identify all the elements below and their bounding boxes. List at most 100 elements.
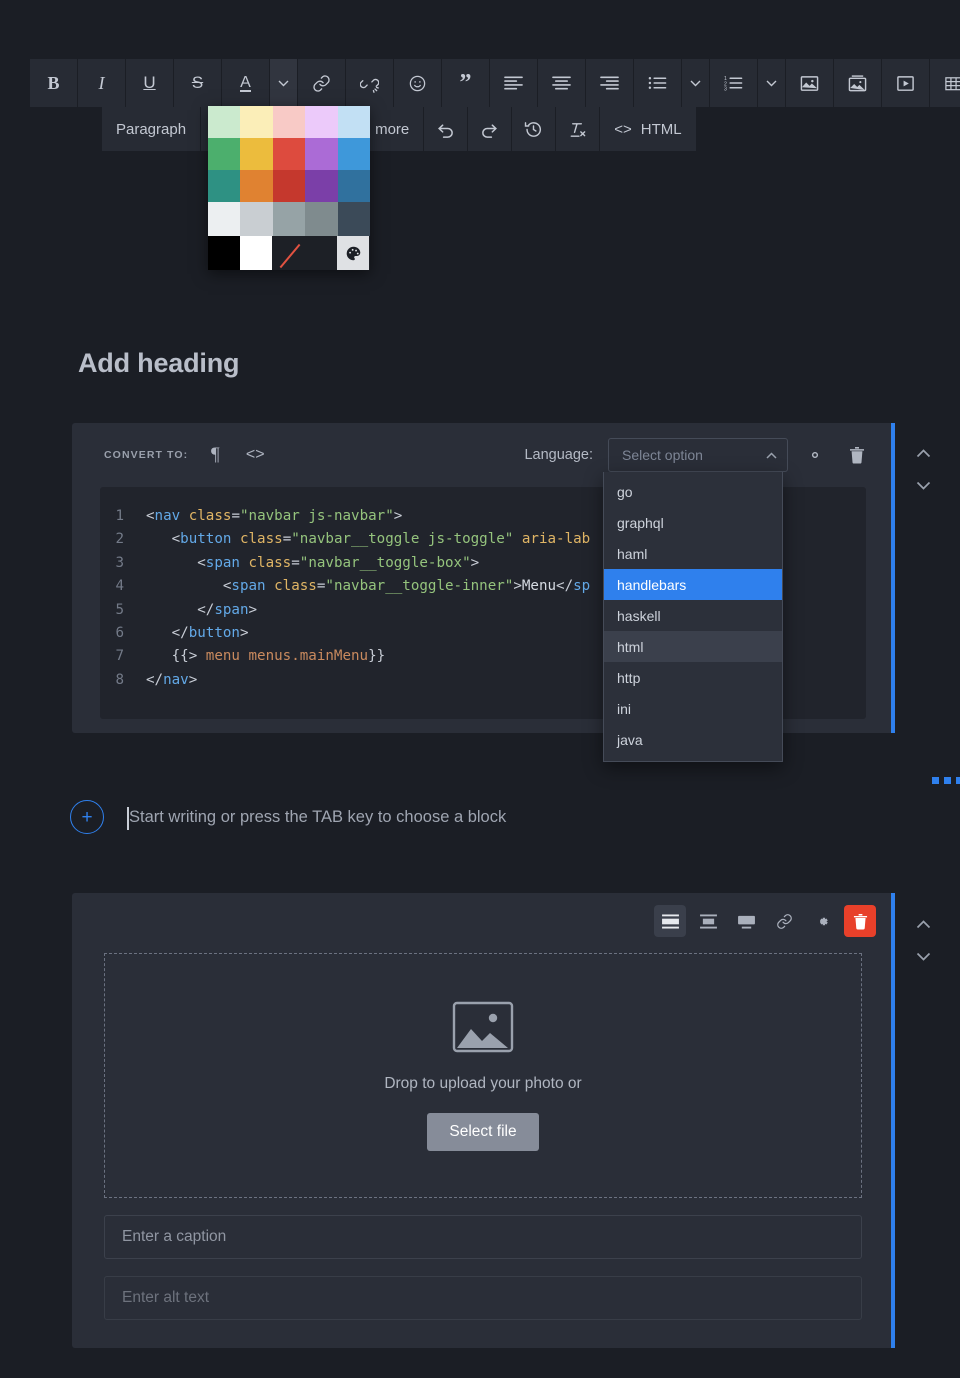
underline-button[interactable]: U — [126, 59, 174, 107]
video-icon[interactable] — [882, 59, 930, 107]
language-option-handlebars[interactable]: handlebars — [604, 569, 782, 600]
color-swatch[interactable] — [272, 170, 306, 202]
block-selection-accent — [891, 893, 895, 1348]
caption-input[interactable]: Enter a caption — [104, 1215, 862, 1259]
color-swatch[interactable] — [208, 202, 241, 236]
color-swatch[interactable] — [337, 138, 370, 170]
color-swatch-white[interactable] — [240, 236, 272, 270]
image-icon[interactable] — [786, 59, 834, 107]
color-swatch[interactable] — [305, 202, 338, 236]
line-number: 5 — [115, 601, 124, 618]
language-option-ini[interactable]: ini — [604, 693, 782, 724]
bulleted-list-icon[interactable] — [634, 59, 682, 107]
html-button[interactable]: <> HTML — [600, 107, 697, 151]
gear-icon[interactable] — [806, 905, 838, 937]
language-option-graphql[interactable]: graphql — [604, 507, 782, 538]
color-swatch[interactable] — [337, 202, 370, 236]
strikethrough-button[interactable]: S — [174, 59, 222, 107]
italic-button[interactable]: I — [78, 59, 126, 107]
color-swatch[interactable] — [208, 138, 241, 170]
align-center-icon[interactable] — [538, 59, 586, 107]
text-color-button[interactable]: A — [222, 59, 270, 107]
language-option-html[interactable]: html — [604, 631, 782, 662]
color-swatch[interactable] — [240, 170, 273, 202]
image-block[interactable]: Drop to upload your photo or Select file… — [72, 893, 895, 1348]
language-option-java[interactable]: java — [604, 724, 782, 755]
align-left-icon[interactable] — [490, 59, 538, 107]
language-option-http[interactable]: http — [604, 662, 782, 693]
paragraph-placeholder[interactable]: Start writing or press the TAB key to ch… — [126, 808, 506, 827]
picture-placeholder-icon — [452, 1001, 514, 1053]
table-icon[interactable] — [930, 59, 960, 107]
trash-icon[interactable] — [844, 905, 876, 937]
align-wide-icon[interactable] — [730, 905, 762, 937]
color-swatch[interactable] — [305, 106, 338, 138]
image-block-move-controls — [910, 908, 936, 972]
language-option-go[interactable]: go — [604, 476, 782, 507]
redo-icon[interactable] — [468, 107, 513, 151]
block-options-dots[interactable] — [932, 777, 960, 784]
language-dropdown-list[interactable]: go graphql haml handlebars haskell html http in… — [603, 472, 783, 762]
color-swatch[interactable] — [240, 138, 273, 170]
palette-icon[interactable] — [337, 236, 369, 270]
move-block-up-button[interactable] — [916, 908, 931, 940]
unlink-icon[interactable] — [346, 59, 394, 107]
code-line-text: </span> — [197, 601, 258, 618]
color-swatch[interactable] — [337, 170, 370, 202]
image-dropzone[interactable]: Drop to upload your photo or Select file — [104, 953, 862, 1198]
alt-text-input[interactable]: Enter alt text — [104, 1276, 862, 1320]
bulleted-list-caret-icon[interactable] — [682, 59, 710, 107]
color-swatch[interactable] — [305, 170, 338, 202]
language-option-haskell[interactable]: haskell — [604, 600, 782, 631]
color-swatch[interactable] — [240, 202, 273, 236]
empty-paragraph-block[interactable]: + Start writing or press the TAB key to … — [70, 800, 506, 834]
line-number: 6 — [115, 625, 124, 642]
code-line-text: <span class="navbar__toggle-inner">Menu<… — [222, 578, 591, 595]
no-color-button[interactable] — [272, 236, 337, 270]
color-swatch[interactable] — [208, 106, 241, 138]
chevron-up-icon — [766, 451, 777, 459]
align-right-icon[interactable] — [586, 59, 634, 107]
color-swatch[interactable] — [305, 138, 338, 170]
history-icon[interactable] — [512, 107, 557, 151]
paragraph-style-button[interactable]: Paragraph — [102, 107, 202, 151]
dot — [956, 777, 960, 784]
text-color-palette[interactable] — [208, 106, 370, 270]
link-icon[interactable] — [298, 59, 346, 107]
move-block-down-button[interactable] — [916, 940, 931, 972]
undo-icon[interactable] — [424, 107, 469, 151]
color-swatch[interactable] — [272, 106, 306, 138]
trash-icon[interactable] — [842, 440, 872, 470]
numbered-list-icon[interactable]: 123 — [710, 59, 758, 107]
numbered-list-caret-icon[interactable] — [758, 59, 786, 107]
page-title-placeholder[interactable]: Add heading — [78, 348, 239, 379]
select-file-button[interactable]: Select file — [427, 1112, 539, 1151]
clear-formatting-icon[interactable] — [556, 107, 601, 151]
code-line-text: <button class="navbar__toggle js-toggle"… — [171, 531, 591, 548]
code-line-text: </nav> — [146, 671, 198, 688]
color-swatch[interactable] — [272, 202, 306, 236]
gallery-icon[interactable] — [834, 59, 882, 107]
color-swatch[interactable] — [240, 106, 273, 138]
add-block-button[interactable]: + — [70, 800, 104, 834]
color-swatch[interactable] — [337, 106, 370, 138]
language-select[interactable]: Select option — [608, 438, 788, 472]
language-option-haml[interactable]: haml — [604, 538, 782, 569]
color-swatch-black[interactable] — [208, 236, 240, 270]
link-icon[interactable] — [768, 905, 800, 937]
move-block-down-button[interactable] — [916, 469, 931, 501]
align-full-icon[interactable] — [654, 905, 686, 937]
quote-icon[interactable]: ” — [442, 59, 490, 107]
code-brackets-icon[interactable]: <> — [242, 442, 268, 468]
toolbar-row-formatting: B I U S A ” 1 2 3 — [30, 59, 960, 107]
align-narrow-icon[interactable] — [692, 905, 724, 937]
text-color-caret-icon[interactable] — [270, 59, 298, 107]
color-swatch[interactable] — [272, 138, 306, 170]
move-block-up-button[interactable] — [916, 437, 931, 469]
paragraph-icon[interactable]: ¶ — [202, 442, 228, 468]
block-selection-accent — [891, 423, 895, 733]
gear-icon[interactable] — [800, 440, 830, 470]
color-swatch[interactable] — [208, 170, 241, 202]
bold-button[interactable]: B — [30, 59, 78, 107]
emoji-icon[interactable] — [394, 59, 442, 107]
